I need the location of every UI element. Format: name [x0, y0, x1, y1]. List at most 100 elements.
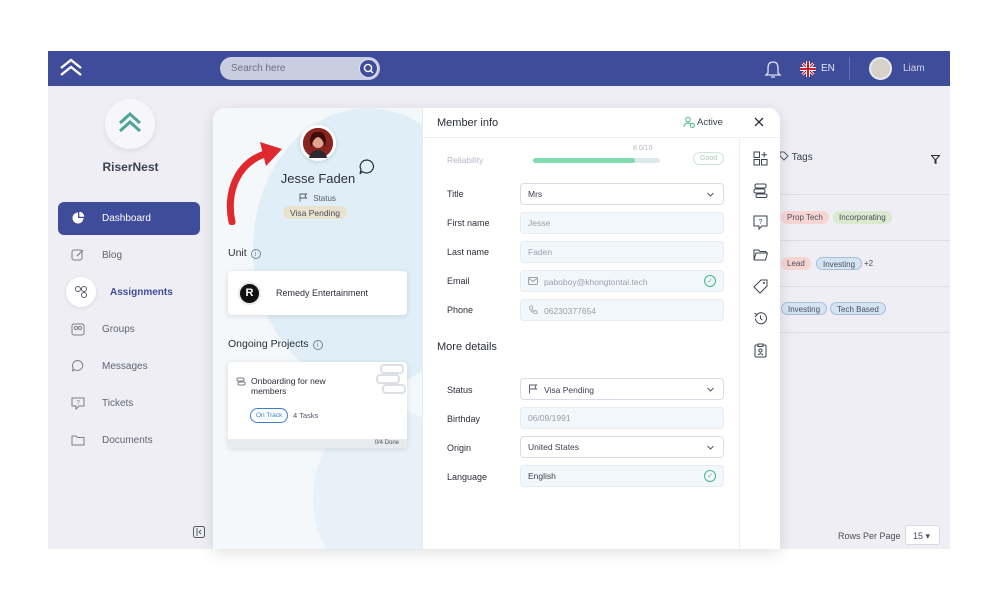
member-info-modal: Jesse Faden Status Visa Pending Unit i R …	[213, 108, 780, 549]
project-status-badge: On Track	[250, 408, 289, 423]
sidebar-item-assignments[interactable]: Assignments	[58, 276, 200, 309]
table-divider	[779, 194, 950, 195]
close-icon[interactable]	[753, 116, 765, 128]
unit-name: Remedy Entertainment	[276, 288, 369, 298]
sidebar-item-documents[interactable]: Documents	[58, 424, 200, 457]
status-field-label: Status	[447, 385, 473, 395]
project-stack-icon[interactable]	[753, 183, 768, 198]
add-widget-icon[interactable]	[753, 151, 768, 166]
birthday-value: 06/09/1991	[528, 413, 571, 423]
tag-chip: Investing	[781, 302, 828, 315]
status-label-text: Status	[313, 194, 336, 203]
tag-chip: Tech Based	[830, 302, 886, 315]
info-icon[interactable]: i	[312, 340, 323, 350]
table-divider	[779, 240, 950, 241]
sidebar-item-label: Assignments	[110, 287, 173, 298]
language-label: Language	[447, 472, 488, 482]
projects-section-title: Ongoing Projects i	[228, 338, 323, 350]
user-active-icon	[683, 116, 695, 128]
verified-check-icon: ✓	[704, 470, 716, 482]
profile-photo	[303, 128, 333, 158]
status-label: Status	[299, 193, 336, 203]
info-icon[interactable]: i	[250, 249, 261, 259]
action-rail: ?	[739, 138, 780, 549]
annotation-arrow-icon	[226, 142, 282, 225]
email-label: Email	[447, 276, 470, 286]
user-avatar[interactable]	[869, 57, 892, 80]
rows-per-page-select[interactable]: 15 ▾	[905, 525, 940, 545]
member-info-title: Member info	[437, 117, 499, 129]
filter-icon[interactable]	[931, 155, 940, 164]
notification-bell-icon[interactable]	[764, 59, 782, 79]
birthday-field[interactable]: 06/09/1991	[520, 407, 724, 429]
email-field[interactable]: paboboy@khongtontai.tech ✓	[520, 270, 724, 292]
project-card[interactable]: Onboarding for new members On Track 4 Ta…	[228, 362, 407, 448]
unit-title-text: Unit	[228, 247, 247, 259]
language-selector[interactable]: EN	[821, 63, 835, 74]
brand-logo	[105, 99, 155, 149]
language-value: English	[528, 471, 556, 481]
title-select[interactable]: Mrs	[520, 183, 724, 205]
tag-icon	[779, 151, 789, 161]
project-progress-bar: 0/4 Done	[228, 439, 407, 448]
sidebar-item-messages[interactable]: Messages	[58, 350, 200, 383]
header-divider	[423, 137, 780, 138]
help-ticket-icon[interactable]: ?	[753, 215, 768, 230]
reliability-label: Reliability	[447, 155, 484, 165]
project-task-count: 4 Tasks	[293, 411, 319, 420]
clipboard-user-icon[interactable]	[753, 343, 768, 358]
tag-chip: Incorporating	[833, 211, 892, 224]
table-divider	[779, 286, 950, 287]
comment-icon[interactable]	[358, 158, 376, 176]
pie-chart-icon	[72, 211, 85, 224]
collapse-sidebar-icon[interactable]	[193, 526, 205, 538]
groups-icon	[71, 323, 85, 336]
user-name[interactable]: Liam	[903, 63, 925, 74]
project-title: Onboarding for new members	[251, 376, 326, 396]
phone-field[interactable]: 06230377654	[520, 299, 724, 321]
sidebar-item-dashboard[interactable]: Dashboard	[58, 202, 200, 235]
topbar-divider	[849, 57, 850, 80]
status-select[interactable]: Visa Pending	[520, 378, 724, 400]
sidebar-item-label: Tickets	[102, 398, 134, 409]
unit-card[interactable]: R Remedy Entertainment	[228, 271, 407, 315]
first-name-label: First name	[447, 218, 490, 228]
chevron-down-icon	[707, 387, 714, 392]
title-label: Title	[447, 189, 464, 199]
message-icon	[72, 359, 84, 372]
project-progress-text: 0/4 Done	[374, 440, 399, 446]
sidebar-item-blog[interactable]: Blog	[58, 239, 200, 272]
search-input[interactable]: Search here	[220, 57, 380, 80]
tags-column-header[interactable]: Tags	[779, 151, 813, 163]
history-icon[interactable]	[753, 311, 768, 326]
chevron-down-icon	[707, 445, 714, 450]
language-field[interactable]: English ✓	[520, 465, 724, 487]
sidebar-item-groups[interactable]: Groups	[58, 313, 200, 346]
ticket-icon: ?	[71, 397, 85, 410]
tag-icon[interactable]	[753, 279, 768, 294]
sidebar: RiserNest Dashboard Blog Assignments Gro…	[48, 86, 213, 549]
birthday-label: Birthday	[447, 414, 481, 424]
status-select-value: Visa Pending	[544, 385, 594, 395]
profile-avatar[interactable]	[300, 125, 336, 161]
sidebar-item-tickets[interactable]: ? Tickets	[58, 387, 200, 420]
brand-chevrons-icon	[118, 111, 142, 133]
flag-icon	[529, 384, 538, 394]
sidebar-item-label: Documents	[102, 435, 153, 446]
flag-icon	[299, 193, 308, 202]
chevron-down-icon	[707, 192, 714, 197]
reliability-bar-fill	[533, 158, 635, 163]
folder-open-icon[interactable]	[753, 247, 768, 262]
search-icon	[363, 63, 374, 74]
app-logo-icon[interactable]	[58, 56, 84, 82]
search-button[interactable]	[359, 59, 378, 78]
last-name-field[interactable]: Faden	[520, 241, 724, 263]
tag-more-count[interactable]: +2	[858, 257, 879, 270]
sidebar-item-label: Messages	[102, 361, 148, 372]
origin-select[interactable]: United States	[520, 436, 724, 458]
unit-section-title: Unit i	[228, 247, 261, 259]
member-info-panel: Member info Reliability 8.0/10 Good Titl…	[423, 108, 780, 549]
folder-icon	[71, 435, 85, 446]
uk-flag-icon[interactable]	[800, 61, 816, 77]
first-name-field[interactable]: Jesse	[520, 212, 724, 234]
